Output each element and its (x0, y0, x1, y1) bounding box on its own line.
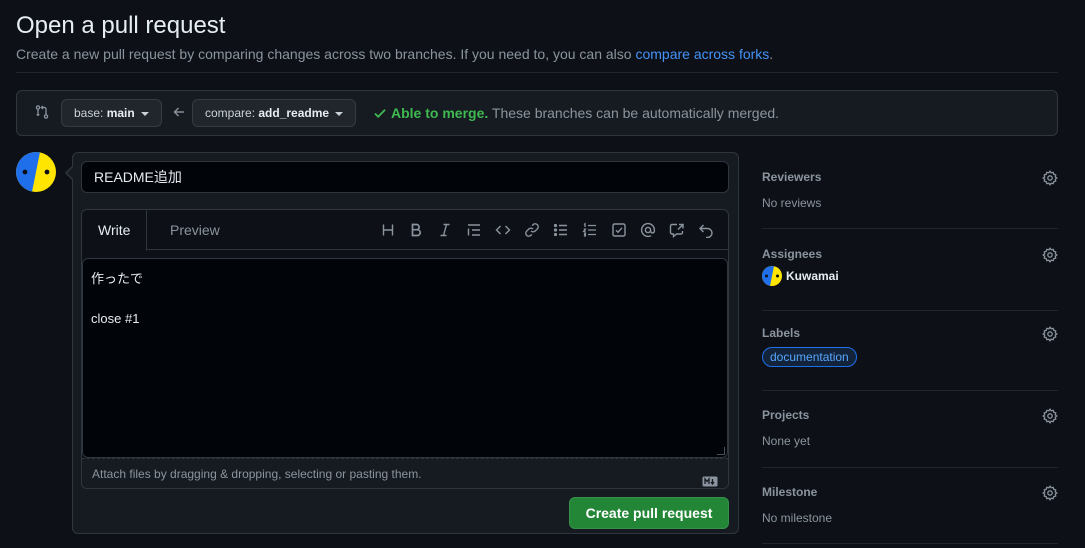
sidebar-labels: Labels documentation (762, 326, 1058, 392)
sidebar-divider (762, 543, 1058, 544)
attach-hint: Attach files by dragging & dropping, sel… (92, 467, 422, 481)
base-prefix: base: (74, 106, 107, 120)
chevron-down-icon (335, 111, 344, 116)
labels-heading: Labels (762, 326, 801, 340)
ordered-list-icon[interactable] (582, 222, 598, 238)
sidebar-divider (762, 390, 1058, 391)
cross-reference-icon[interactable] (669, 222, 685, 238)
comment-body-textarea[interactable]: 作ったで close #1 (82, 258, 728, 458)
title-input[interactable] (81, 161, 729, 193)
tab-preview[interactable]: Preview (154, 210, 236, 251)
file-attachment-area[interactable]: Attach files by dragging & dropping, sel… (82, 458, 728, 488)
sidebar-divider (762, 310, 1058, 311)
create-pull-request-button[interactable]: Create pull request (569, 497, 729, 529)
merge-ok-text: Able to merge. (391, 105, 489, 121)
merge-status: Able to merge. These branches can be aut… (373, 105, 779, 121)
sidebar-assignees: Assignees Kuwamai (762, 247, 1058, 311)
compare-branch-name: add_readme (258, 106, 330, 120)
link-icon[interactable] (524, 222, 540, 238)
comment-body-text: 作ったで close #1 (91, 271, 144, 326)
reviewers-heading: Reviewers (762, 170, 822, 184)
projects-value: None yet (762, 434, 811, 448)
gear-icon[interactable] (1042, 170, 1058, 186)
italic-icon[interactable] (437, 222, 453, 238)
page-subtitle: Create a new pull request by comparing c… (16, 46, 773, 62)
gear-icon[interactable] (1042, 247, 1058, 263)
gear-icon[interactable] (1042, 326, 1058, 342)
avatar[interactable] (16, 152, 56, 192)
assignee-item[interactable]: Kuwamai (762, 266, 839, 286)
git-compare-icon (34, 104, 50, 120)
sidebar-divider (762, 467, 1058, 468)
milestone-heading: Milestone (762, 485, 818, 499)
sidebar-divider (762, 228, 1058, 229)
assignees-heading: Assignees (762, 247, 823, 261)
avatar (762, 266, 782, 286)
heading-icon[interactable] (380, 222, 396, 238)
sidebar-reviewers: Reviewers No reviews (762, 170, 1058, 230)
assignee-name: Kuwamai (786, 269, 839, 283)
subtitle-suffix: . (769, 46, 774, 62)
quote-icon[interactable] (466, 222, 482, 238)
gear-icon[interactable] (1042, 408, 1058, 424)
base-branch-select[interactable]: base: main (61, 99, 162, 127)
markdown-toolbar (380, 222, 720, 238)
mention-icon[interactable] (640, 222, 656, 238)
unordered-list-icon[interactable] (553, 222, 569, 238)
base-branch-name: main (106, 106, 135, 120)
chevron-down-icon (140, 111, 149, 116)
projects-heading: Projects (762, 408, 810, 422)
code-icon[interactable] (495, 222, 511, 238)
compare-branch-select[interactable]: compare: add_readme (192, 99, 357, 127)
bold-icon[interactable] (408, 222, 424, 238)
label-documentation[interactable]: documentation (762, 347, 857, 367)
reviewers-value: No reviews (762, 196, 822, 210)
compare-prefix: compare: (205, 106, 259, 120)
merge-detail-text: These branches can be automatically merg… (491, 105, 780, 121)
subtitle-text: Create a new pull request by comparing c… (16, 46, 636, 62)
task-list-icon[interactable] (611, 222, 627, 238)
arrow-left-icon (172, 105, 186, 119)
page-title: Open a pull request (16, 12, 226, 39)
branch-range-bar: base: main compare: add_readme Able to m… (16, 90, 1058, 136)
sidebar-milestone: Milestone No milestone (762, 485, 1058, 545)
pull-request-composer: Write Preview 作ったで close #1 Attach files… (65, 152, 739, 534)
sidebar-projects: Projects None yet (762, 408, 1058, 468)
check-icon (374, 109, 386, 118)
header-divider (16, 72, 1058, 73)
milestone-value: No milestone (762, 511, 833, 525)
compare-across-forks-link[interactable]: compare across forks (635, 46, 769, 62)
gear-icon[interactable] (1042, 485, 1058, 501)
resize-handle[interactable] (717, 447, 725, 455)
comment-editor: Write Preview 作ったで close #1 Attach files… (81, 209, 729, 489)
undo-icon[interactable] (698, 222, 714, 238)
markdown-icon[interactable] (702, 468, 718, 498)
editor-tabs: Write Preview (82, 210, 728, 251)
tab-write[interactable]: Write (82, 210, 148, 251)
